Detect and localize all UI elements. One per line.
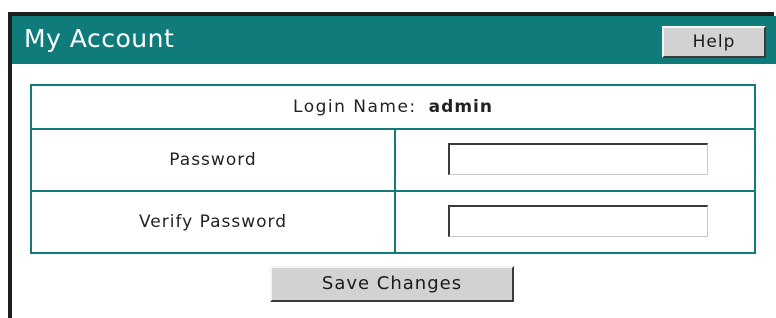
password-cell — [396, 130, 754, 190]
login-name-label: Login Name: — [293, 97, 417, 117]
password-field[interactable] — [448, 143, 708, 175]
login-name-value: admin — [428, 97, 493, 117]
password-label: Password — [32, 130, 396, 190]
account-form-table: Login Name: admin Password Verify Passwor… — [30, 84, 756, 254]
login-name-row: Login Name: admin — [32, 86, 754, 130]
verify-password-label: Verify Password — [32, 192, 396, 252]
verify-password-row: Verify Password — [32, 192, 754, 252]
save-changes-button[interactable]: Save Changes — [270, 266, 514, 302]
page-title: My Account — [24, 24, 175, 53]
verify-password-field[interactable] — [448, 205, 708, 237]
title-bar: My Account Help — [12, 16, 776, 64]
help-button[interactable]: Help — [662, 26, 766, 58]
verify-password-cell — [396, 192, 754, 252]
password-row: Password — [32, 130, 754, 192]
my-account-window: My Account Help Login Name: admin Passwor… — [8, 12, 776, 318]
